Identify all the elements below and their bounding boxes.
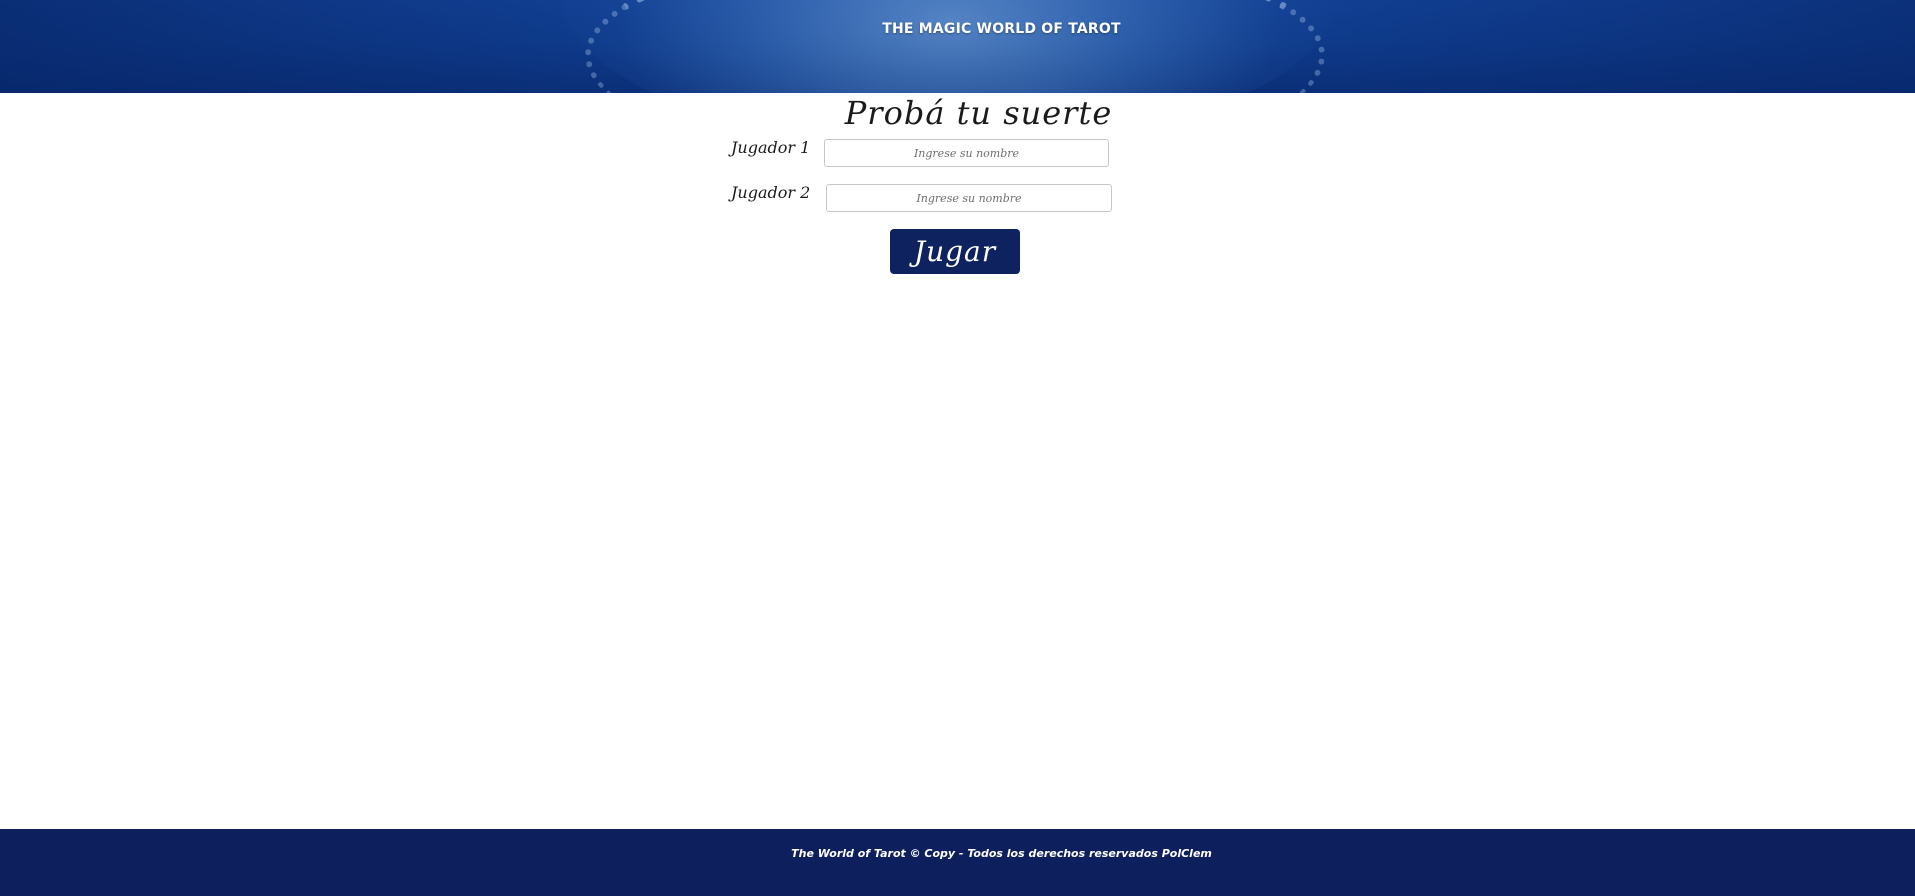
play-button[interactable]: Jugar: [890, 229, 1020, 274]
site-title: THE MAGIC WORLD OF TAROT: [882, 21, 1121, 37]
footer-copyright: The World of Tarot © Copy - Todos los de…: [791, 847, 1212, 860]
player-2-label: Jugador 2: [731, 183, 811, 202]
player-2-name-input[interactable]: [826, 184, 1112, 212]
header-overlay: [0, 0, 1915, 93]
footer: The World of Tarot © Copy - Todos los de…: [0, 829, 1915, 896]
page-title: Probá tu suerte: [844, 94, 1113, 132]
header-banner: THE MAGIC WORLD OF TAROT: [0, 0, 1915, 93]
player-1-name-input[interactable]: [824, 139, 1109, 167]
player-1-label: Jugador 1: [731, 138, 811, 157]
